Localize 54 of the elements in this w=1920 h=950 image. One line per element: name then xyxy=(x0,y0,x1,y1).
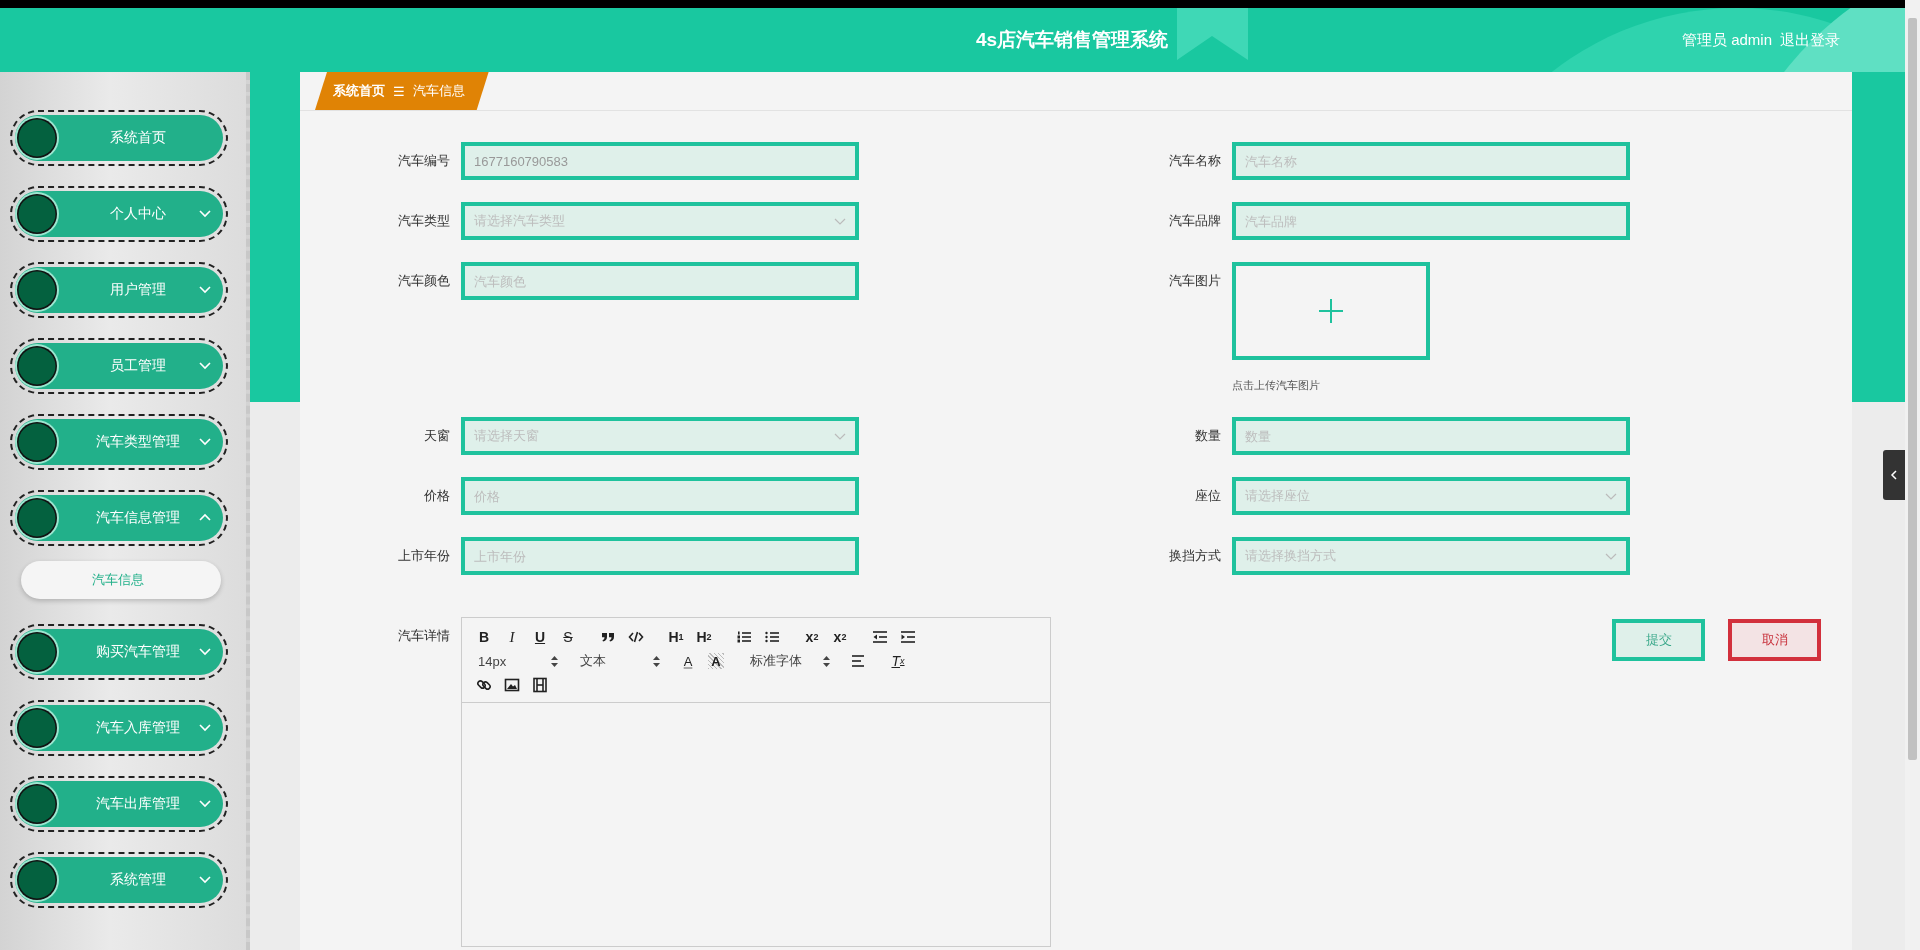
field-label: 汽车图片 xyxy=(1168,272,1222,290)
field-label: 汽车类型 xyxy=(397,212,451,230)
app-title: 4s店汽车销售管理系统 xyxy=(976,28,1169,52)
field-label: 换挡方式 xyxy=(1168,547,1222,565)
text-color-button[interactable]: A xyxy=(676,650,700,672)
circle-icon xyxy=(14,343,60,389)
field-label: 汽车编号 xyxy=(397,152,451,170)
circle-icon xyxy=(14,495,60,541)
sort-arrows-icon xyxy=(823,655,830,667)
circle-icon xyxy=(14,191,60,237)
strikethrough-button[interactable]: S xyxy=(556,626,580,648)
field-label: 汽车名称 xyxy=(1168,152,1222,170)
field-label: 价格 xyxy=(423,487,451,505)
circle-icon xyxy=(14,419,60,465)
breadcrumb-link[interactable]: 系统首页 xyxy=(333,82,385,100)
circle-icon xyxy=(14,857,60,903)
field-label: 座位 xyxy=(1194,487,1222,505)
submenu-item[interactable]: 汽车信息 xyxy=(21,561,221,599)
chevron-down-icon xyxy=(834,217,846,225)
sort-arrows-icon xyxy=(653,655,660,667)
chevron-down-icon xyxy=(1605,552,1617,560)
field-label: 上市年份 xyxy=(397,547,451,565)
chevron-left-icon xyxy=(1890,470,1898,480)
field-label: 天窗 xyxy=(423,427,451,445)
field-label: 汽车品牌 xyxy=(1168,212,1222,230)
cancel-button[interactable]: 取消 xyxy=(1728,619,1821,661)
circle-icon xyxy=(14,781,60,827)
field-label: 汽车颜色 xyxy=(397,272,451,290)
field-label: 汽车详情 xyxy=(397,627,451,645)
toolbar-dropdown[interactable]: 14px xyxy=(472,650,558,672)
background-color-button[interactable]: A xyxy=(708,653,724,669)
toolbar-dropdown[interactable]: 文本 xyxy=(574,650,660,672)
circle-icon xyxy=(14,267,60,313)
script-button[interactable]: x$^{2}$ xyxy=(828,626,852,648)
collapse-tab[interactable] xyxy=(1883,450,1905,500)
toolbar-dropdown[interactable]: 标准字体 xyxy=(744,650,830,672)
bold-button[interactable]: B xyxy=(472,626,496,648)
chevron-down-icon xyxy=(1605,492,1617,500)
logout-link[interactable]: 退出登录 xyxy=(1780,30,1840,50)
circle-icon xyxy=(14,115,60,161)
text-field[interactable]: 1677160790583 xyxy=(461,142,859,180)
breadcrumb-separator: ☰ xyxy=(393,83,405,99)
breadcrumb-link[interactable]: 汽车信息 xyxy=(412,82,465,100)
upload-hint: 点击上传汽车图片 xyxy=(1232,378,1321,393)
field-label: 数量 xyxy=(1194,427,1222,445)
circle-icon xyxy=(14,705,60,751)
user-name: 管理员 admin xyxy=(1681,30,1772,50)
italic-button[interactable]: I xyxy=(500,626,524,648)
submit-button[interactable]: 提交 xyxy=(1612,619,1705,661)
circle-icon xyxy=(14,629,60,675)
sort-arrows-icon xyxy=(551,655,558,667)
chevron-down-icon xyxy=(834,432,846,440)
plus-icon xyxy=(1319,299,1343,323)
underline-button[interactable]: U xyxy=(528,626,552,648)
